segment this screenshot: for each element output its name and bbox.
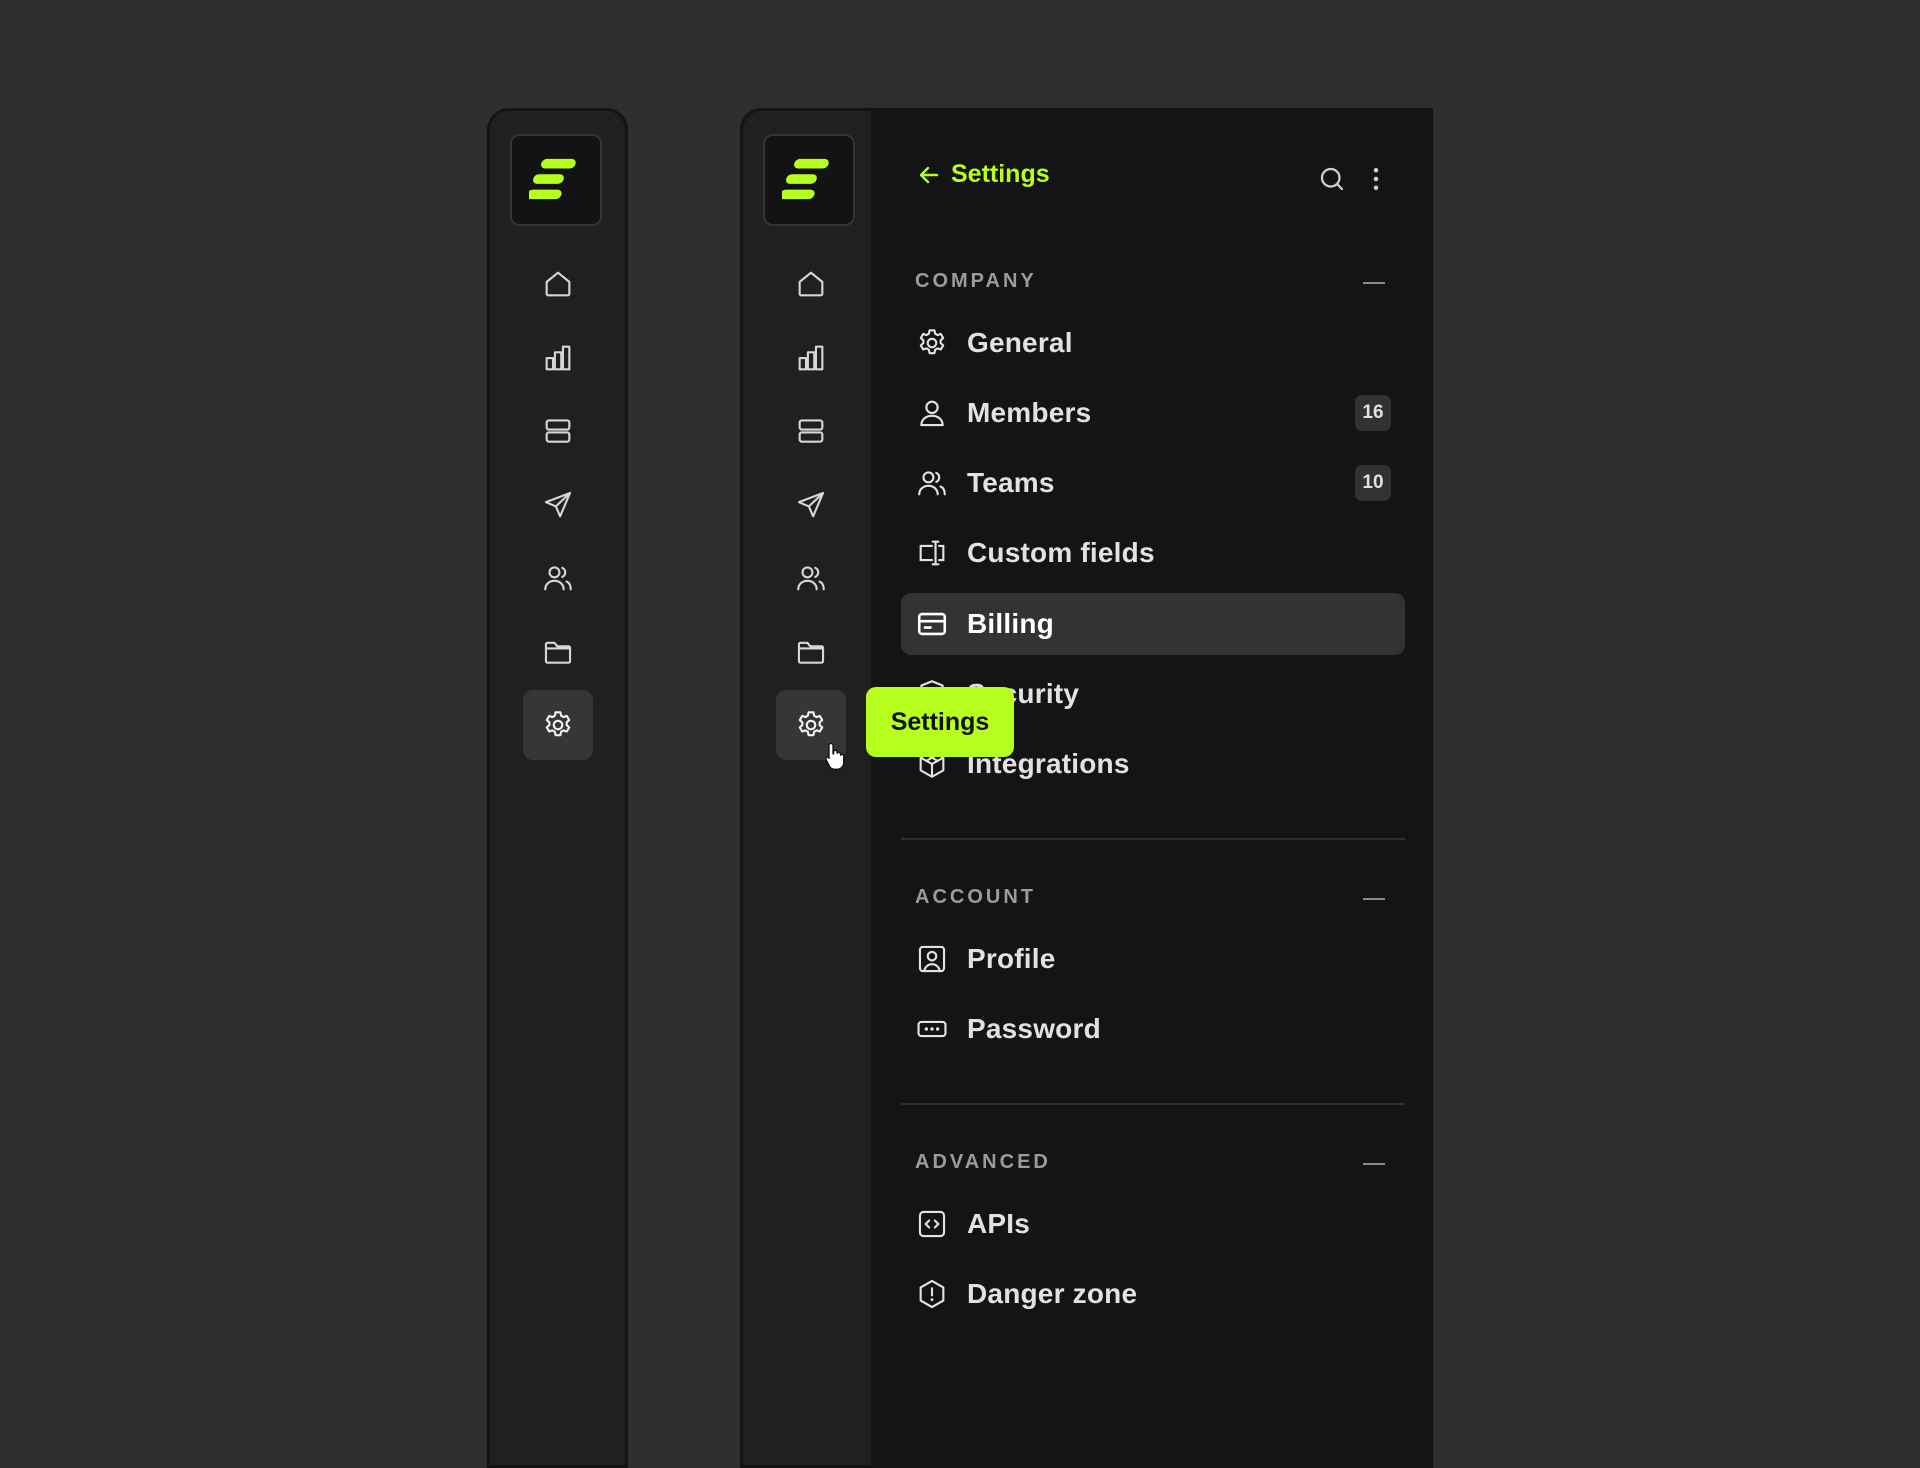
panel-title: Settings [951, 160, 1050, 188]
nav-folder-button[interactable] [523, 617, 593, 687]
item-label: Custom fields [967, 537, 1155, 568]
user-square-icon [915, 942, 949, 976]
settings-item-general[interactable]: General [901, 312, 1405, 374]
nav-home-button[interactable] [523, 249, 593, 319]
app-logo[interactable] [763, 134, 855, 226]
server-icon [541, 414, 575, 448]
home-icon [794, 267, 828, 301]
users-icon [915, 466, 949, 500]
settings-panel: Settings COMPANY General Members 16 Team… [871, 108, 1433, 1468]
nav-settings-button[interactable] [523, 690, 593, 760]
nav-send-button[interactable] [776, 470, 846, 540]
settings-tooltip: Settings [866, 687, 1014, 757]
collapse-account-button[interactable] [1363, 898, 1385, 900]
expanded-sidebar-rail [740, 108, 874, 1468]
folder-icon [541, 635, 575, 669]
settings-item-danger-zone[interactable]: Danger zone [901, 1263, 1405, 1325]
hand-cursor-icon [825, 742, 845, 770]
settings-item-custom-fields[interactable]: Custom fields [901, 522, 1405, 584]
collapse-company-button[interactable] [1363, 282, 1385, 284]
settings-item-profile[interactable]: Profile [901, 928, 1405, 990]
logo-icon [529, 157, 583, 203]
item-label: Danger zone [967, 1278, 1138, 1309]
settings-item-teams[interactable]: Teams 10 [901, 452, 1405, 514]
gear-icon [541, 708, 575, 742]
nav-send-button[interactable] [523, 470, 593, 540]
search-button[interactable] [1317, 164, 1347, 194]
nav-users-button[interactable] [776, 543, 846, 613]
nav-users-button[interactable] [523, 543, 593, 613]
settings-item-password[interactable]: Password [901, 998, 1405, 1060]
nav-folder-button[interactable] [776, 617, 846, 687]
section-title-account: ACCOUNT [915, 886, 1036, 908]
count-badge: 16 [1355, 395, 1391, 431]
collapse-advanced-button[interactable] [1363, 1163, 1385, 1165]
item-label: Password [967, 1013, 1101, 1044]
gear-icon [915, 326, 949, 360]
code-icon [915, 1207, 949, 1241]
item-label: Billing [967, 608, 1054, 639]
more-vertical-icon [1361, 164, 1391, 194]
credit-card-icon [915, 607, 949, 641]
more-options-button[interactable] [1361, 164, 1391, 194]
home-icon [541, 267, 575, 301]
item-label: Teams [967, 467, 1055, 498]
arrow-left-icon [917, 163, 941, 187]
alert-octagon-icon [915, 1277, 949, 1311]
item-label: APIs [967, 1208, 1031, 1239]
server-icon [794, 414, 828, 448]
users-icon [794, 561, 828, 595]
password-icon [915, 1012, 949, 1046]
section-title-advanced: ADVANCED [915, 1151, 1051, 1173]
logo-icon [782, 157, 836, 203]
settings-item-apis[interactable]: APIs [901, 1193, 1405, 1255]
nav-storage-button[interactable] [523, 396, 593, 466]
back-button[interactable]: Settings [917, 160, 1050, 189]
nav-analytics-button[interactable] [523, 323, 593, 393]
nav-home-button[interactable] [776, 249, 846, 319]
app-logo[interactable] [510, 134, 602, 226]
collapsed-sidebar [487, 108, 628, 1468]
bar-chart-icon [541, 341, 575, 375]
nav-storage-button[interactable] [776, 396, 846, 466]
section-title-company: COMPANY [915, 270, 1037, 292]
section-divider [901, 1103, 1405, 1105]
gear-icon [794, 708, 828, 742]
folder-icon [794, 635, 828, 669]
item-label: Profile [967, 943, 1056, 974]
settings-item-billing[interactable]: Billing [901, 593, 1405, 655]
users-icon [541, 561, 575, 595]
settings-item-members[interactable]: Members 16 [901, 382, 1405, 444]
text-field-icon [915, 536, 949, 570]
count-badge: 10 [1355, 465, 1391, 501]
send-icon [794, 488, 828, 522]
send-icon [541, 488, 575, 522]
user-icon [915, 396, 949, 430]
bar-chart-icon [794, 341, 828, 375]
nav-analytics-button[interactable] [776, 323, 846, 393]
search-icon [1317, 164, 1347, 194]
item-label: Members [967, 397, 1092, 428]
item-label: General [967, 327, 1073, 358]
section-divider [901, 838, 1405, 840]
